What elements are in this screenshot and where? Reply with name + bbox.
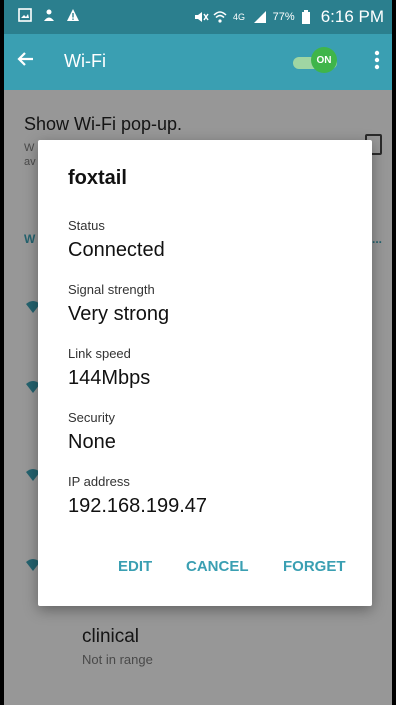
field-value: 144Mbps [68,367,151,389]
warning-icon [66,8,80,22]
clock: 6:16 PM [320,7,384,26]
signal-icon [253,10,267,24]
edit-button[interactable]: EDIT [118,558,152,575]
field-label: Security [68,410,115,425]
field-value: Connected [68,239,165,261]
field-label: Status [68,218,105,233]
phone-screen: 4G 77% 6:16 PM Wi-Fi ON Show Wi-Fi pop-u… [4,0,392,705]
dialog-actions: EDIT CANCEL FORGET [38,558,372,582]
ip-address-field: IP address 192.168.199.47 [68,474,207,518]
battery-percent: 77% [272,11,295,23]
field-label: Signal strength [68,282,155,297]
back-arrow-icon[interactable] [16,49,34,73]
forget-button[interactable]: FORGET [283,558,346,575]
4g-lte-icon: 4G [233,10,247,24]
field-value: Very strong [68,303,170,325]
field-value: 192.168.199.47 [68,495,208,517]
security-field: Security None [68,410,116,454]
toggle-knob: ON [311,47,337,73]
page-title: Wi-Fi [64,51,106,71]
status-field: Status Connected [68,218,165,262]
field-value: None [68,431,116,453]
mute-icon [193,10,209,24]
wifi-icon [213,10,227,24]
network-details-dialog: foxtail Status Connected Signal strength… [38,140,372,606]
status-bar: 4G 77% 6:16 PM [4,0,392,34]
field-label: Link speed [68,346,131,361]
signal-strength-field: Signal strength Very strong [68,282,169,326]
wifi-toggle[interactable]: ON [287,47,339,73]
person-icon [42,8,56,22]
link-speed-field: Link speed 144Mbps [68,346,150,390]
cancel-button[interactable]: CANCEL [186,558,249,575]
app-toolbar: Wi-Fi ON [4,34,392,90]
battery-icon [301,10,315,24]
image-icon [18,8,32,22]
svg-text:4G: 4G [233,12,245,22]
dialog-title: foxtail [68,167,127,189]
field-label: IP address [68,474,130,489]
overflow-menu-icon[interactable] [374,50,380,74]
